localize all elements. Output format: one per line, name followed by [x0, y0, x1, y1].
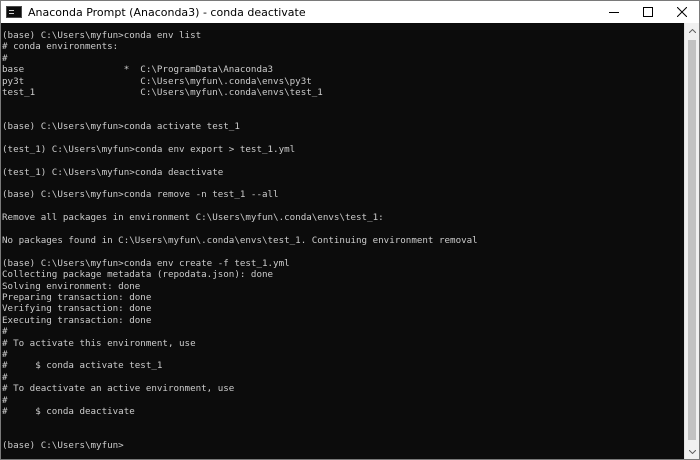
- scroll-up-arrow-icon: [688, 28, 696, 33]
- console-line: Collecting package metadata (repodata.js…: [2, 269, 274, 281]
- console-line: # $ conda activate test_1: [2, 360, 163, 372]
- scroll-down-button[interactable]: [685, 444, 699, 459]
- maximize-button[interactable]: [631, 1, 665, 23]
- console-line: Preparing transaction: done: [2, 291, 152, 303]
- console-line: (base) C:\Users\myfun>conda remove -n te…: [2, 189, 279, 201]
- window-controls: [597, 1, 699, 23]
- minimize-button[interactable]: [597, 1, 631, 23]
- console-line: (base) C:\Users\myfun>: [2, 440, 124, 452]
- vertical-scrollbar[interactable]: [684, 23, 699, 459]
- console-line: No packages found in C:\Users\myfun\.con…: [2, 235, 478, 247]
- console-line: Solving environment: done: [2, 280, 141, 292]
- scroll-down-arrow-icon: [688, 449, 696, 454]
- console-window: Anaconda Prompt (Anaconda3) - conda deac…: [0, 0, 700, 460]
- title-bar[interactable]: Anaconda Prompt (Anaconda3) - conda deac…: [1, 1, 699, 23]
- close-button[interactable]: [665, 1, 699, 23]
- console-line: Verifying transaction: done: [2, 303, 152, 315]
- console-line: #: [2, 348, 8, 360]
- console-icon[interactable]: [6, 6, 22, 18]
- console-line: (test_1) C:\Users\myfun>conda env export…: [2, 143, 296, 155]
- window-title: Anaconda Prompt (Anaconda3) - conda deac…: [28, 5, 306, 19]
- console-line: # To activate this environment, use: [2, 337, 196, 349]
- console-line: (test_1) C:\Users\myfun>conda deactivate: [2, 166, 224, 178]
- console-line: #: [2, 52, 8, 64]
- console-line: py3t C:\Users\myfun\.conda\envs\py3t: [2, 75, 312, 87]
- scroll-thumb[interactable]: [688, 40, 696, 440]
- console-line: (base) C:\Users\myfun>conda activate tes…: [2, 121, 240, 133]
- console-line: # $ conda deactivate: [2, 405, 135, 417]
- console-line: # conda environments:: [2, 41, 119, 53]
- close-icon: [677, 7, 687, 17]
- minimize-icon: [609, 12, 619, 13]
- scroll-up-button[interactable]: [685, 23, 699, 38]
- console-line: base * C:\ProgramData\Anaconda3: [2, 64, 274, 76]
- console-line: #: [2, 394, 8, 406]
- console-line: #: [2, 371, 8, 383]
- console-line: test_1 C:\Users\myfun\.conda\envs\test_1: [2, 86, 323, 98]
- console-line: (base) C:\Users\myfun>conda env create -…: [2, 257, 290, 269]
- console-line: #: [2, 326, 8, 338]
- maximize-icon: [643, 7, 653, 17]
- console-line: # To deactivate an active environment, u…: [2, 383, 235, 395]
- console-output[interactable]: (base) C:\Users\myfun>conda env list # co…: [1, 23, 685, 459]
- console-line: Executing transaction: done: [2, 314, 152, 326]
- console-line: Remove all packages in environment C:\Us…: [2, 212, 384, 224]
- console-line: (base) C:\Users\myfun>conda env list: [2, 30, 202, 41]
